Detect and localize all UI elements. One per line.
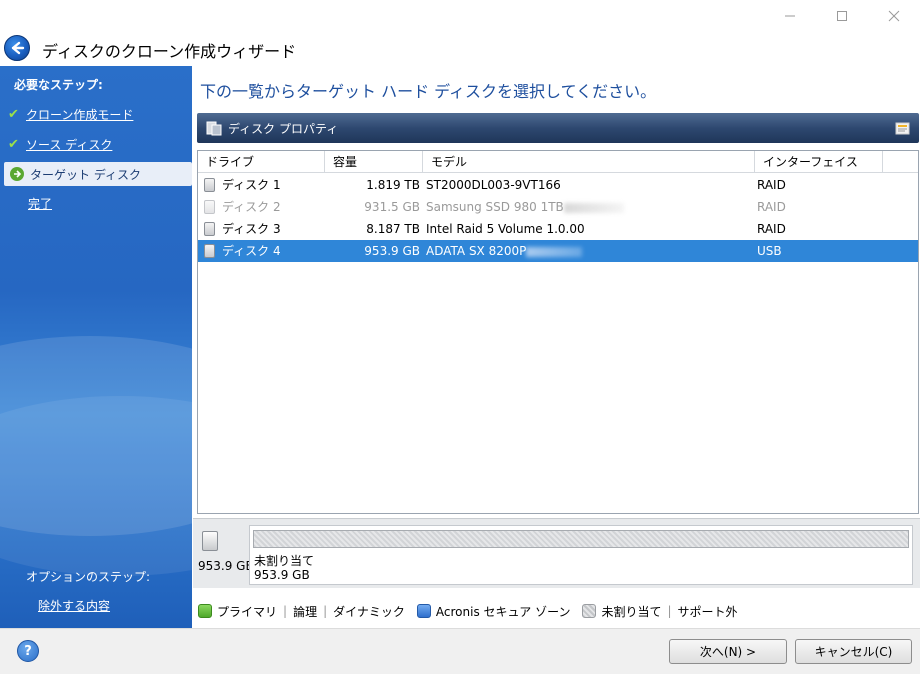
back-button[interactable] [4,35,30,61]
cell-capacity: 953.9 GB [364,244,420,258]
column-header-model[interactable]: モデル [423,151,755,173]
hard-disk-icon [202,531,218,551]
table-row-selected[interactable]: ディスク 4 953.9 GB ADATA SX 8200P USB [198,240,918,262]
close-button[interactable] [868,0,920,32]
table-header: ドライブ 容量 モデル インターフェイス [198,151,918,173]
legend-unsupported: サポート外 [677,604,738,619]
sidebar-decoration [0,396,192,576]
arrow-left-icon [11,41,25,55]
primary-swatch [198,604,212,618]
sidebar-step-label: 除外する内容 [38,598,111,613]
minimize-button[interactable] [764,0,816,32]
sidebar-step-label: ターゲット ディスク [30,167,141,182]
window-controls [764,0,920,32]
unallocated-swatch [582,604,597,618]
optional-steps-heading: オプションのステップ: [26,570,151,584]
partition-size: 953.9 GB [254,568,310,582]
table-row[interactable]: ディスク 1 1.819 TB ST2000DL003-9VT166 RAID [198,174,918,196]
disk-properties-label: ディスク プロパティ [228,121,339,136]
required-steps-heading: 必要なステップ: [14,78,103,92]
redacted-mark [526,246,583,257]
window-title: ディスクのクローン作成ウィザード [42,42,297,61]
cell-interface: RAID [757,200,786,214]
question-mark-icon: ? [24,643,32,659]
minimize-icon [785,15,795,17]
wizard-sidebar: 必要なステップ: ✔ クローン作成モード ✔ ソース ディスク ターゲット ディ… [0,66,192,628]
sidebar-step-label: 完了 [28,196,53,211]
disk-properties-bar[interactable]: ディスク プロパティ [197,113,919,143]
disk-total-size: 953.9 GB [198,559,254,573]
legend-primary: プライマリ [217,604,278,619]
legend-separator: | [283,604,288,618]
hard-disk-icon [204,178,215,192]
disk-properties-icon [206,121,222,136]
cell-capacity: 931.5 GB [364,200,420,214]
acronis-swatch [416,604,431,618]
sidebar-step-label: ソース ディスク [26,137,113,152]
maximize-button[interactable] [816,0,868,32]
title-bar: ディスクのクローン作成ウィザード [0,32,920,66]
cell-model-text: ADATA SX 8200P [426,244,527,258]
cell-interface: USB [757,244,782,258]
table-row[interactable]: ディスク 2 931.5 GB Samsung SSD 980 1TB RAID [198,196,918,218]
check-icon: ✔ [8,136,19,152]
partition-card[interactable]: 未割り当て 953.9 GB [249,525,913,585]
hard-disk-icon [204,200,215,214]
cell-model: Intel Raid 5 Volume 1.0.00 [426,222,585,236]
legend-separator: | [667,604,672,618]
cell-capacity: 8.187 TB [366,222,420,236]
partition-legend: プライマリ | 論理 | ダイナミック Acronis セキュア ゾーン 未割り… [198,602,738,620]
column-header-capacity[interactable]: 容量 [325,151,423,173]
disk-layout-panel: 953.9 GB 未割り当て 953.9 GB [193,518,920,588]
arrow-right-icon [10,167,24,181]
legend-logical: 論理 [293,604,318,619]
cell-capacity: 1.819 TB [366,178,420,192]
redacted-mark [563,202,624,213]
legend-separator: | [323,604,328,618]
target-disk-table[interactable]: ドライブ 容量 モデル インターフェイス ディスク 1 1.819 TB ST2… [197,150,919,514]
partition-label: 未割り当て [254,554,315,568]
hard-disk-icon [204,244,215,258]
close-icon [888,10,900,22]
sidebar-step-exclusions[interactable]: 除外する内容 [34,594,110,616]
check-icon: ✔ [8,106,19,122]
maximize-icon [837,11,847,21]
page-heading: 下の一覧からターゲット ハード ディスクを選択してください。 [200,82,657,101]
sidebar-step-target-disk[interactable]: ターゲット ディスク [4,162,192,186]
cell-model: ADATA SX 8200P [426,240,583,262]
legend-acronis: Acronis セキュア ゾーン [435,604,571,619]
column-header-interface[interactable]: インターフェイス [755,151,883,173]
cell-drive: ディスク 4 [222,244,281,258]
cell-interface: RAID [757,222,786,236]
cell-drive: ディスク 3 [222,222,281,236]
help-button[interactable]: ? [17,640,39,662]
table-row[interactable]: ディスク 3 8.187 TB Intel Raid 5 Volume 1.0.… [198,218,918,240]
cell-model: ST2000DL003-9VT166 [426,178,561,192]
next-button[interactable]: 次へ(N) > [669,639,787,664]
legend-unallocated: 未割り当て [601,604,662,619]
hard-disk-icon [204,222,215,236]
sidebar-step-finish[interactable]: 完了 [8,192,52,214]
cell-interface: RAID [757,178,786,192]
cancel-button[interactable]: キャンセル(C) [795,639,912,664]
cell-drive: ディスク 2 [222,200,281,214]
cell-model-text: Samsung SSD 980 1TB [426,200,564,214]
wizard-footer: ? 次へ(N) > キャンセル(C) [0,628,920,674]
unallocated-partition-bar [253,530,909,548]
sidebar-step-source-disk[interactable]: ✔ ソース ディスク [8,133,112,155]
sidebar-step-clone-mode[interactable]: ✔ クローン作成モード [8,103,133,125]
legend-dynamic: ダイナミック [333,604,405,619]
sidebar-step-label: クローン作成モード [26,107,134,122]
column-header-drive[interactable]: ドライブ [198,151,325,173]
cell-drive: ディスク 1 [222,178,281,192]
properties-panel-icon[interactable] [895,120,911,136]
cell-model: Samsung SSD 980 1TB [426,196,624,218]
